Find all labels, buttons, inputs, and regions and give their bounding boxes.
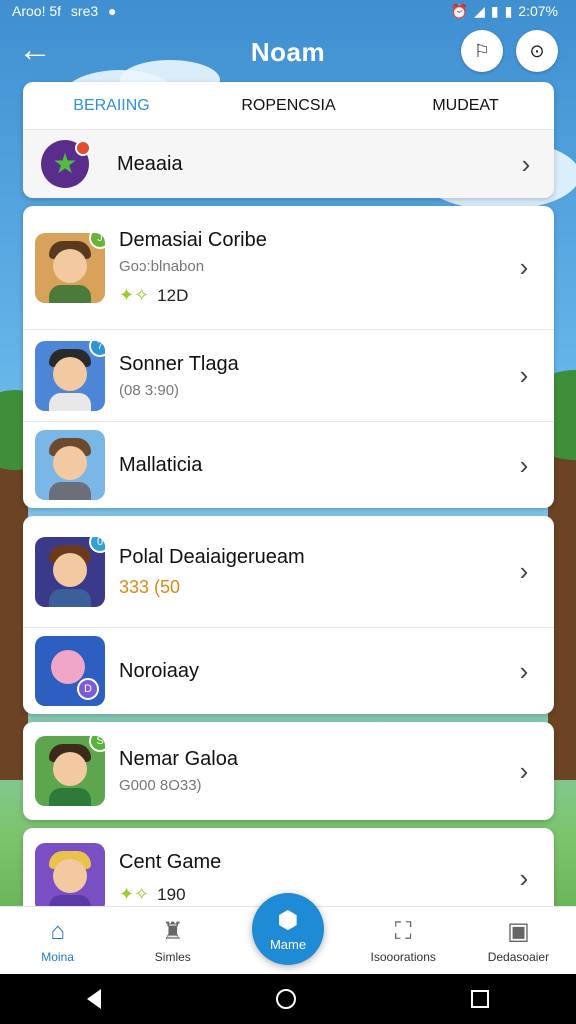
nav-isooorations[interactable]: ⛶ Isooorations — [346, 907, 461, 974]
center-game-button[interactable]: ⬢ Mame — [252, 893, 324, 965]
signal-icon: ▮ — [490, 2, 499, 19]
list-item[interactable]: J Demasiai Coribe Goɔ:blnabon ✦✧ 12D › — [23, 206, 554, 330]
list-item[interactable]: Mallaticia › — [23, 422, 554, 508]
chevron-right-icon: › — [519, 556, 529, 586]
game-stat: 12D — [157, 285, 189, 305]
game-thumbnail: 7 — [35, 340, 105, 411]
list-item[interactable]: D Noroiaay › — [23, 628, 554, 714]
carrier2-text: sre3 — [70, 3, 99, 19]
tab-mudeat[interactable]: MUDEAT — [377, 97, 554, 115]
games-group-2: 0 Polal Deaiaigerueam 333 (50 › D Noroia… — [23, 516, 554, 714]
game-title: Noroiaay — [119, 659, 200, 682]
alarm-icon: ⏰ — [450, 2, 469, 19]
game-thumbnail: 0 — [35, 536, 105, 607]
list-item[interactable]: 7 Sonner Tlaga (08 3:90) › — [23, 330, 554, 422]
trophy-icon: ♜ — [162, 918, 184, 945]
games-group-1: J Demasiai Coribe Goɔ:blnabon ✦✧ 12D › 7 … — [23, 206, 554, 508]
home-circle-icon[interactable] — [275, 989, 296, 1009]
home-icon: ⌂ — [50, 917, 65, 945]
carrier-text: Aroo! 5f — [12, 3, 62, 19]
chevron-right-icon: › — [519, 655, 529, 686]
folder-icon: ▣ — [507, 918, 530, 945]
tab-beraiing[interactable]: BERAIING — [23, 97, 200, 115]
battery-icon: ▮ — [504, 2, 513, 19]
game-thumbnail: S — [35, 736, 105, 806]
game-title: Nemar Galoa — [119, 748, 238, 770]
game-subtitle: (08 3:90) — [119, 381, 180, 399]
status-time: 2:07% — [518, 3, 558, 19]
tabs-card: BERAIING ROPENCSIA MUDEAT ★ Meaaia › — [23, 82, 554, 198]
chevron-right-icon: › — [519, 252, 529, 282]
game-thumbnail — [35, 430, 105, 500]
corner-badge: J — [89, 232, 105, 249]
game-thumbnail: D — [35, 636, 105, 706]
game-stat: 333 (50 — [119, 576, 181, 597]
chevron-right-icon: › — [519, 360, 529, 390]
cube-icon: ⬢ — [277, 907, 299, 934]
chevron-right-icon: › — [521, 148, 531, 179]
game-thumbnail — [35, 843, 105, 913]
center-game-label: Mame — [269, 937, 307, 952]
corner-badge: 0 — [89, 536, 105, 553]
games-group-3: S Nemar Galoa G000 8O33) › — [23, 722, 554, 820]
settings-icon[interactable]: ⊙ — [516, 30, 558, 72]
status-circle-icon: ● — [108, 3, 117, 19]
game-subtitle: Goɔ:blnabon — [119, 258, 205, 275]
game-title: Polal Deaiaigerueam — [119, 545, 305, 568]
featured-label: Meaaia — [117, 152, 183, 175]
recents-square-icon[interactable] — [470, 990, 489, 1008]
nav-home-label: Moina — [41, 949, 74, 964]
profile-icon[interactable]: ⚐ — [461, 30, 503, 72]
small-badge: D — [77, 678, 99, 700]
game-subtitle: G000 8O33) — [119, 777, 202, 794]
nav-dedasoaier[interactable]: ▣ Dedasoaier — [461, 907, 576, 974]
nav-simles[interactable]: ♜ Simles — [115, 907, 230, 974]
nav-isooorations-label: Isooorations — [370, 949, 436, 964]
sparkle-icon: ✦✧ — [119, 285, 150, 305]
status-bar: Aroo! 5f sre3 ● ⏰ ◢ ▮ ▮ 2:07% — [0, 0, 576, 22]
nav-home[interactable]: ⌂ Moina — [0, 907, 115, 974]
wifi-icon: ◢ — [474, 2, 485, 19]
chevron-right-icon: › — [519, 449, 529, 480]
tab-bar: BERAIING ROPENCSIA MUDEAT — [23, 82, 554, 130]
game-title: Mallaticia — [119, 453, 203, 476]
game-title: Demasiai Coribe — [119, 229, 267, 251]
tab-ropencsia[interactable]: ROPENCSIA — [200, 97, 377, 115]
corner-badge: 7 — [89, 340, 105, 357]
chevron-right-icon: › — [519, 862, 529, 893]
corner-badge: S — [89, 736, 105, 752]
star-badge-icon: ★ — [41, 140, 91, 188]
nav-dedasoaier-label: Dedasoaier — [487, 950, 550, 964]
list-item[interactable]: S Nemar Galoa G000 8O33) › — [23, 722, 554, 820]
nav-simles-label: Simles — [154, 950, 191, 964]
game-thumbnail: J — [35, 232, 105, 303]
game-title: Sonner Tlaga — [119, 352, 239, 375]
app-header: ← Nᴏam ⚐ ⊙ — [0, 24, 576, 80]
chevron-right-icon: › — [519, 755, 529, 786]
back-triangle-icon[interactable] — [87, 989, 102, 1009]
map-icon: ⛶ — [394, 917, 412, 945]
game-title: Cent Game — [119, 851, 222, 873]
list-item[interactable]: 0 Polal Deaiaigerueam 333 (50 › — [23, 516, 554, 628]
android-navigation-bar — [0, 974, 576, 1024]
featured-row[interactable]: ★ Meaaia › — [23, 130, 554, 198]
sparkle-icon: ✦✧ — [119, 884, 150, 904]
game-stat: 190 — [157, 884, 186, 904]
